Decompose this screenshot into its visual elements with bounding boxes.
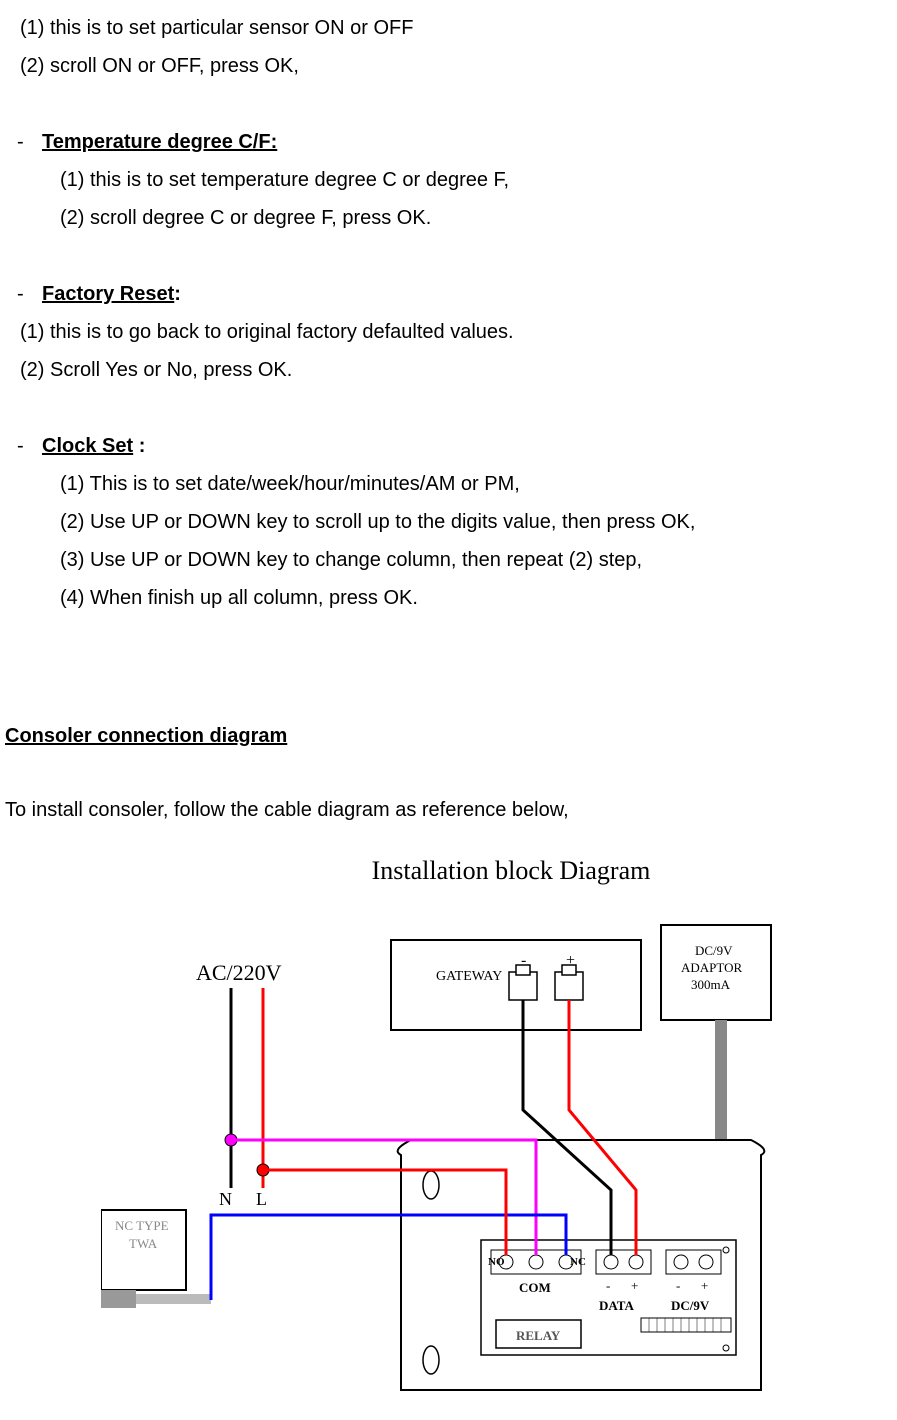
clock-item-4: (4) When finish up all column, press OK. <box>5 580 897 616</box>
factory-heading: -Factory Reset: <box>5 276 897 312</box>
installation-diagram: GATEWAY - + DC/9V ADAPTOR 300mA <box>101 910 801 1410</box>
factory-item-2: (2) Scroll Yes or No, press OK. <box>5 352 897 388</box>
gateway-label: GATEWAY <box>436 969 502 984</box>
svg-text:+: + <box>701 1278 708 1293</box>
dc9v-label: DC/9V <box>671 1298 710 1313</box>
temp-heading: -Temperature degree C/F: <box>5 124 897 160</box>
intro-line-2: (2) scroll ON or OFF, press OK, <box>5 48 897 84</box>
diagram-container: Installation block Diagram GATEWAY - + D… <box>5 848 897 1410</box>
connection-heading: Consoler connection diagram <box>5 718 897 754</box>
nc-label: NC <box>570 1256 586 1268</box>
l-label: L <box>256 1189 267 1209</box>
factory-item-1: (1) this is to go back to original facto… <box>5 314 897 350</box>
clock-item-2: (2) Use UP or DOWN key to scroll up to t… <box>5 504 897 540</box>
adaptor-line1: DC/9V <box>695 943 733 958</box>
nc-type-label: NC TYPE <box>115 1218 169 1233</box>
data-label: DATA <box>599 1298 635 1313</box>
temp-item-2: (2) scroll degree C or degree F, press O… <box>5 200 897 236</box>
svg-text:+: + <box>631 1278 638 1293</box>
clock-item-1: (1) This is to set date/week/hour/minute… <box>5 466 897 502</box>
twa-label: TWA <box>129 1236 158 1251</box>
n-label: N <box>219 1189 232 1209</box>
clock-item-3: (3) Use UP or DOWN key to change column,… <box>5 542 897 578</box>
com-label: COM <box>519 1280 551 1295</box>
ac-label: AC/220V <box>196 960 282 985</box>
relay-label: RELAY <box>516 1328 561 1343</box>
adaptor-line3: 300mA <box>691 977 731 992</box>
no-label: NO <box>488 1256 505 1268</box>
temp-item-1: (1) this is to set temperature degree C … <box>5 162 897 198</box>
clock-heading: -Clock Set : <box>5 428 897 464</box>
intro-line-1: (1) this is to set particular sensor ON … <box>5 10 897 46</box>
connection-description: To install consoler, follow the cable di… <box>5 792 897 828</box>
adaptor-line2: ADAPTOR <box>681 960 742 975</box>
svg-text:-: - <box>676 1278 680 1293</box>
svg-text:-: - <box>606 1278 610 1293</box>
diagram-title: Installation block Diagram <box>125 848 897 895</box>
